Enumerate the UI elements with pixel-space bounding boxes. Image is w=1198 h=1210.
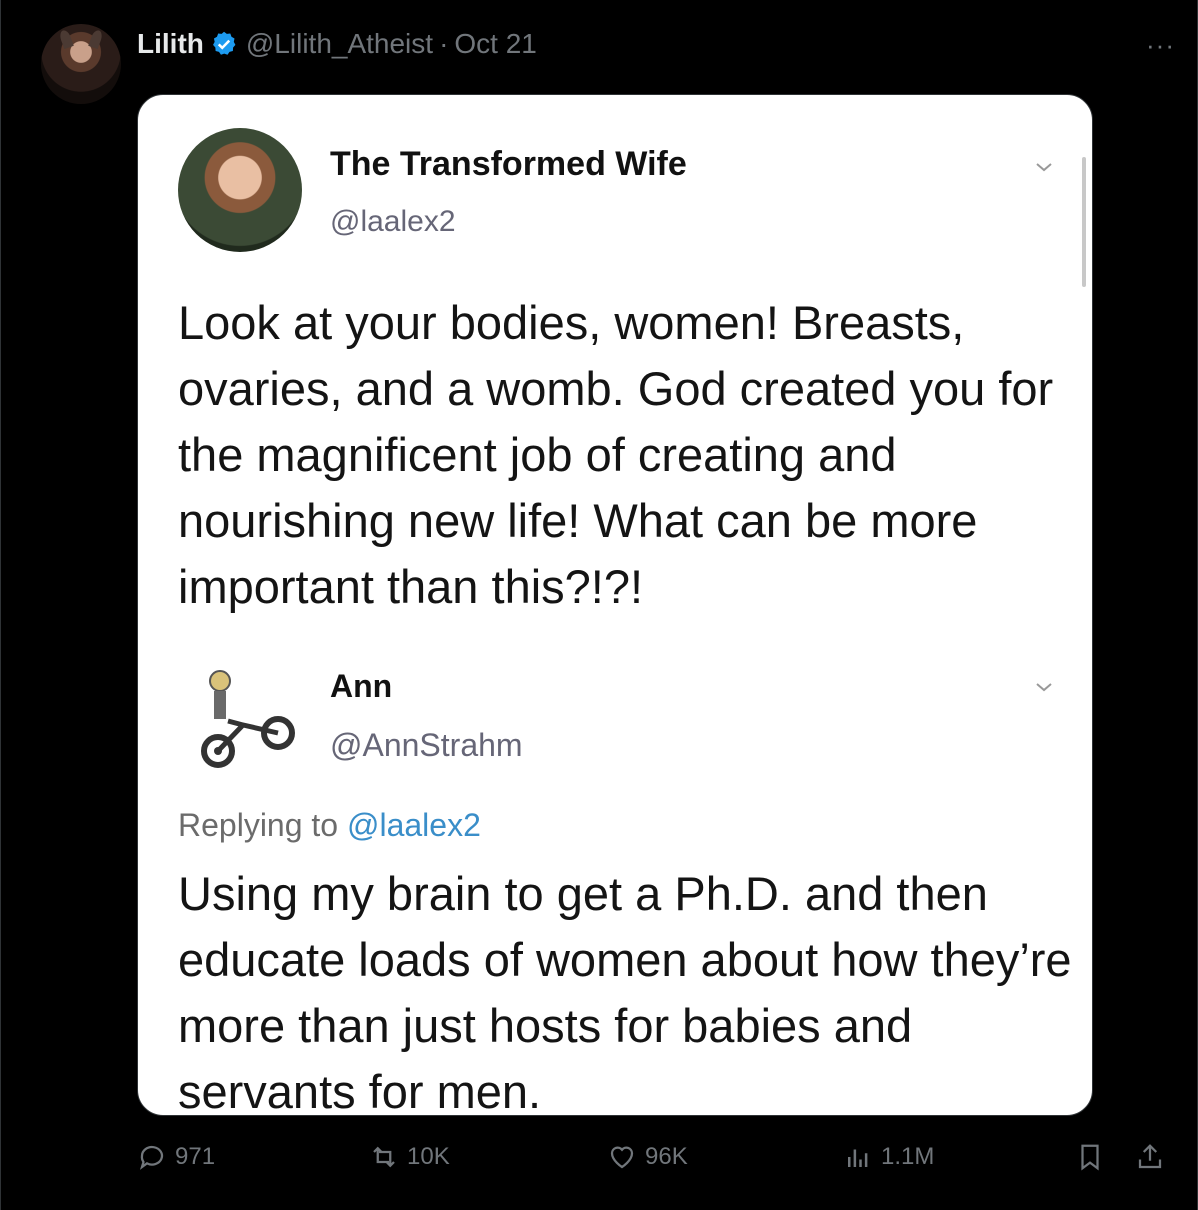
bookmark-button[interactable]	[1075, 1142, 1113, 1172]
views-button[interactable]: 1.1M	[843, 1142, 934, 1172]
share-button[interactable]	[1135, 1142, 1173, 1172]
replying-handle: @laalex2	[346, 807, 481, 843]
tweet-header: Lilith @Lilith_Atheist · Oct 21	[137, 28, 537, 60]
author-avatar[interactable]	[41, 24, 121, 104]
more-icon[interactable]: ···	[1146, 30, 1175, 61]
scrollbar	[1082, 157, 1086, 287]
author-handle[interactable]: @Lilith_Atheist	[246, 28, 433, 60]
bookmark-icon	[1081, 1144, 1099, 1171]
reply-author-name: Ann	[330, 668, 393, 704]
reply-icon	[139, 1145, 164, 1170]
reply-author-handle: @AnnStrahm	[330, 727, 523, 763]
like-button[interactable]: 96K	[607, 1142, 688, 1172]
tweet-container: Lilith @Lilith_Atheist · Oct 21 ··· The …	[0, 0, 1198, 1210]
verified-icon	[212, 31, 236, 55]
share-icon	[1138, 1144, 1162, 1169]
embedded-handle: @laalex2	[330, 205, 456, 238]
tweet-image[interactable]: The Transformed Wife @laalex2 Look at yo…	[137, 94, 1093, 1116]
views-icon	[848, 1149, 868, 1167]
embedded-avatar-transformed-wife	[178, 128, 302, 252]
like-icon	[610, 1146, 634, 1169]
header-separator: ·	[439, 28, 449, 59]
chevron-down-icon	[1036, 163, 1052, 172]
like-count: 96K	[645, 1143, 688, 1170]
reply-text: Using my brain to get a Ph.D. and then e…	[178, 867, 1072, 1116]
replying-prefix: Replying to	[178, 807, 339, 843]
tweet-date[interactable]: Oct 21	[454, 28, 536, 60]
repost-button[interactable]: 10K	[369, 1142, 450, 1172]
action-bar: 971 10K 96K 1.1M	[137, 1142, 1177, 1182]
view-count: 1.1M	[881, 1143, 935, 1170]
embedded-text: Look at your bodies, women! Breasts, ova…	[178, 296, 1054, 613]
reply-count: 971	[175, 1143, 216, 1170]
repost-count: 10K	[407, 1143, 450, 1170]
repost-icon	[373, 1146, 395, 1168]
replying-to: Replying to @laalex2	[178, 807, 481, 844]
embedded-name: The Transformed Wife	[330, 145, 687, 183]
embedded-avatar-ann	[201, 670, 295, 768]
chevron-down-icon	[1036, 683, 1052, 692]
author-name[interactable]: Lilith	[137, 28, 204, 60]
reply-button[interactable]: 971	[137, 1142, 215, 1172]
